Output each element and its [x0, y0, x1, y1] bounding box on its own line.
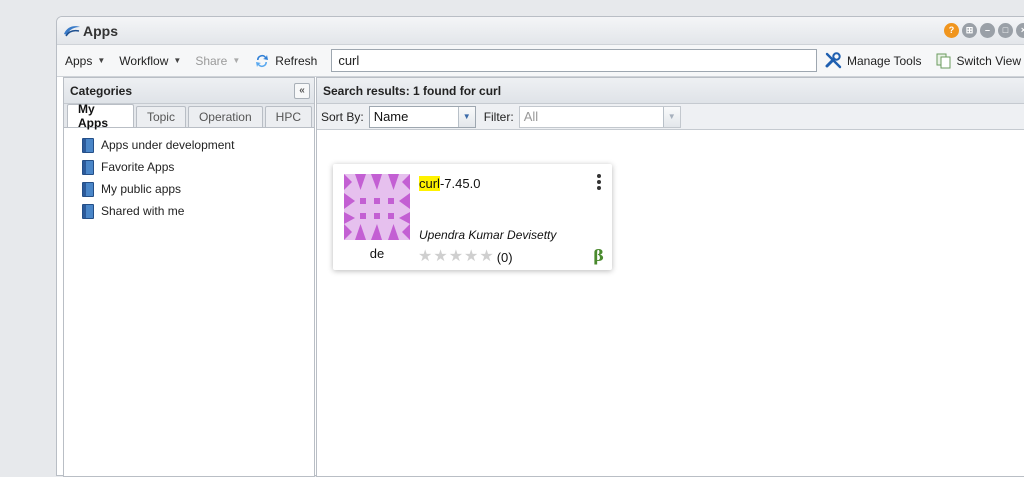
tab-my-apps[interactable]: My Apps: [67, 102, 134, 130]
restore-icon[interactable]: □: [998, 23, 1013, 38]
refresh-button[interactable]: Refresh: [254, 53, 317, 69]
collapse-panel-icon[interactable]: «: [294, 82, 310, 99]
manage-tools-label: Manage Tools: [847, 53, 922, 68]
category-label: Apps under development: [101, 138, 235, 152]
category-my-public-apps[interactable]: My public apps: [82, 178, 314, 200]
minimize-icon[interactable]: –: [980, 23, 995, 38]
wrench-icon: [825, 52, 842, 69]
sort-by-value: Name: [373, 109, 409, 124]
search-highlight: curl: [419, 176, 440, 191]
chevron-down-icon[interactable]: ▼: [662, 106, 680, 127]
app-name-link[interactable]: curl-7.45.0: [419, 176, 480, 191]
star-icon[interactable]: ★: [418, 249, 432, 265]
category-favorite-apps[interactable]: Favorite Apps: [82, 156, 314, 178]
star-icon[interactable]: ★: [449, 249, 463, 265]
categories-title: Categories: [70, 83, 133, 98]
switch-view-button[interactable]: Switch View: [936, 53, 1021, 69]
app-name-rest: -7.45.0: [439, 176, 481, 191]
sort-filter-bar: Sort By: Name ▼ Filter: All ▼: [317, 104, 1024, 130]
chevron-down-icon: ▼: [97, 56, 106, 65]
filter-label: Filter:: [483, 109, 514, 124]
search-results-header: Search results: 1 found for curl: [317, 78, 1024, 104]
categories-panel: Categories « My Apps Topic Operation HPC…: [63, 77, 315, 477]
star-icon[interactable]: ★: [464, 249, 478, 265]
book-icon: [82, 203, 94, 219]
filter-value: All: [523, 109, 539, 124]
app-thumbnail-icon: [344, 174, 410, 240]
window-titlebar[interactable]: Apps ? ⊞ – □ ×: [57, 17, 1024, 45]
grid-icon[interactable]: ⊞: [962, 23, 977, 38]
switch-view-label: Switch View: [956, 53, 1021, 68]
rating-count: (0): [496, 249, 513, 265]
switch-view-icon: [936, 53, 952, 69]
search-results-panel: Search results: 1 found for curl Sort By…: [316, 77, 1024, 477]
app-owner-initials: de: [369, 246, 385, 261]
app-logo-icon: [64, 25, 80, 36]
star-icon[interactable]: ★: [479, 249, 493, 265]
tab-hpc[interactable]: HPC: [264, 106, 312, 127]
chevron-down-icon: ▼: [173, 56, 182, 65]
refresh-label: Refresh: [275, 53, 318, 68]
workflow-menu-button[interactable]: Workflow ▼: [119, 54, 181, 68]
share-menu-button[interactable]: Share ▼: [195, 54, 240, 68]
category-label: Shared with me: [101, 204, 185, 218]
category-apps-under-development[interactable]: Apps under development: [82, 134, 314, 156]
workflow-menu-label: Workflow: [119, 53, 169, 68]
tab-topic[interactable]: Topic: [135, 106, 186, 127]
chevron-down-icon: ▼: [232, 56, 241, 65]
app-rating[interactable]: ★ ★ ★ ★ ★ (0): [418, 249, 513, 265]
categories-header: Categories «: [64, 78, 314, 104]
chevron-down-icon[interactable]: ▼: [457, 106, 475, 127]
category-label: My public apps: [101, 182, 182, 196]
sort-by-label: Sort By:: [321, 109, 364, 124]
app-card[interactable]: de curl-7.45.0 Upendra Kumar Devisetty ★…: [333, 164, 612, 270]
sort-by-select[interactable]: Name ▼: [368, 105, 476, 128]
star-icon[interactable]: ★: [433, 249, 447, 265]
book-icon: [82, 181, 94, 197]
apps-menu-label: Apps: [65, 53, 93, 68]
tab-operation[interactable]: Operation: [187, 106, 263, 127]
category-list: Apps under development Favorite Apps My …: [64, 128, 314, 222]
window-title: Apps: [83, 22, 118, 39]
apps-menu-button[interactable]: Apps ▼: [65, 54, 105, 68]
category-label: Favorite Apps: [101, 160, 175, 174]
share-menu-label: Share: [195, 53, 228, 68]
beta-icon: β: [593, 246, 604, 265]
filter-select[interactable]: All ▼: [518, 105, 681, 128]
book-icon: [82, 137, 94, 153]
refresh-icon: [254, 53, 270, 69]
close-icon[interactable]: ×: [1016, 23, 1024, 38]
category-shared-with-me[interactable]: Shared with me: [82, 200, 314, 222]
category-tabs: My Apps Topic Operation HPC: [64, 102, 314, 130]
apps-toolbar: Apps ▼ Workflow ▼ Share ▼ Refresh curl M…: [57, 45, 1024, 77]
search-input[interactable]: [331, 49, 818, 72]
app-integrator-name: Upendra Kumar Devisetty: [419, 228, 557, 242]
manage-tools-button[interactable]: Manage Tools: [825, 52, 922, 69]
help-icon[interactable]: ?: [944, 23, 959, 38]
more-options-icon[interactable]: [596, 174, 602, 192]
book-icon: [82, 159, 94, 175]
window-controls: ? ⊞ – □ ×: [944, 23, 1024, 38]
